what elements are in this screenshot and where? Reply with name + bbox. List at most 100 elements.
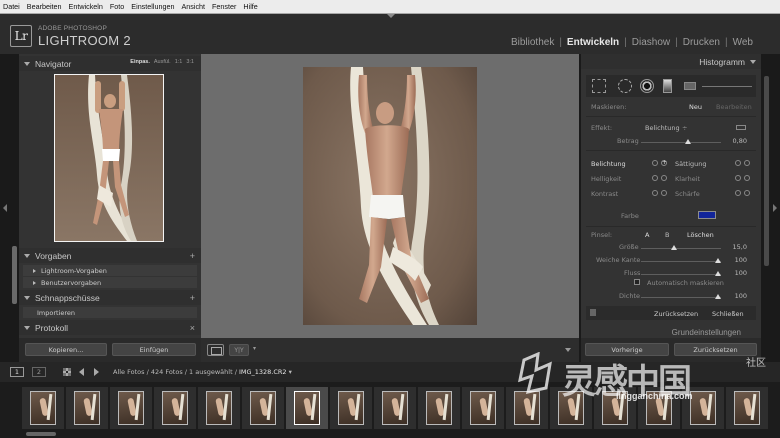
filmstrip-thumbnail[interactable]: [638, 387, 680, 429]
presets-header[interactable]: Vorgaben +: [19, 248, 201, 263]
effect-select[interactable]: Belichtung: [645, 124, 680, 132]
clear-history-icon[interactable]: ×: [190, 323, 195, 333]
brush-a-button[interactable]: A: [645, 231, 649, 239]
adjust-saturation-label[interactable]: Sättigung: [675, 160, 707, 168]
tool-switch-icon[interactable]: [590, 309, 596, 316]
image-canvas[interactable]: [201, 54, 579, 338]
plus-circle-icon[interactable]: [744, 160, 750, 166]
minus-circle-icon[interactable]: [735, 160, 741, 166]
filmstrip-thumbnail[interactable]: [242, 387, 284, 429]
second-window-button[interactable]: 2: [32, 367, 46, 377]
before-after-button[interactable]: Y|Y: [229, 344, 249, 356]
color-swatch[interactable]: [698, 211, 716, 219]
brush-flow-slider[interactable]: [641, 271, 721, 276]
right-panel-scrollbar[interactable]: [764, 76, 769, 266]
history-header[interactable]: Protokoll ×: [19, 320, 201, 335]
menu-item[interactable]: Datei: [3, 2, 20, 11]
filmstrip-thumbnail[interactable]: [506, 387, 548, 429]
zoom-fill[interactable]: Ausfül.: [154, 59, 171, 65]
forward-arrow-icon[interactable]: [94, 368, 99, 376]
menu-item[interactable]: Ansicht: [181, 2, 205, 11]
navigator-preview[interactable]: [54, 74, 164, 242]
module-tab[interactable]: Entwickeln: [564, 37, 622, 48]
amount-value[interactable]: 0,80: [733, 137, 747, 145]
zoom-3-1[interactable]: 3:1: [186, 59, 194, 65]
preset-folder-lightroom[interactable]: Lightroom-Vorgaben: [23, 265, 197, 276]
paste-button[interactable]: Einfügen: [112, 343, 196, 356]
graduated-filter-icon[interactable]: [663, 79, 672, 93]
source-path[interactable]: Alle Fotos / 424 Fotos / 1 ausgewählt / …: [113, 368, 292, 376]
adjust-clarity-label[interactable]: Klarheit: [675, 175, 700, 183]
main-window-button[interactable]: 1: [10, 367, 24, 377]
back-arrow-icon[interactable]: [79, 368, 84, 376]
minus-circle-icon[interactable]: [735, 190, 741, 196]
left-panel-scrollbar[interactable]: [12, 246, 17, 304]
grid-view-icon[interactable]: [63, 368, 71, 376]
snapshots-header[interactable]: Schnappschüsse +: [19, 290, 201, 305]
adjust-contrast-label[interactable]: Kontrast: [591, 190, 618, 198]
loupe-view-button[interactable]: [207, 344, 224, 356]
brush-size-slider[interactable]: [641, 245, 721, 250]
menu-item[interactable]: Foto: [110, 2, 124, 11]
zoom-fit[interactable]: Einpas.: [130, 59, 150, 65]
filmstrip-thumbnail[interactable]: [110, 387, 152, 429]
collapse-left-icon[interactable]: [3, 204, 7, 212]
plus-circle-icon[interactable]: [744, 175, 750, 181]
filmstrip-thumbnail[interactable]: [550, 387, 592, 429]
adjust-sharpness-label[interactable]: Schärfe: [675, 190, 700, 198]
brush-flow-value[interactable]: 100: [735, 269, 747, 277]
menu-item[interactable]: Bearbeiten: [27, 2, 62, 11]
filmstrip-thumbnail[interactable]: [594, 387, 636, 429]
plus-circle-icon[interactable]: [661, 175, 667, 181]
mask-new-button[interactable]: Neu: [689, 103, 702, 111]
zoom-1-1[interactable]: 1:1: [175, 59, 183, 65]
amount-slider-knob[interactable]: [685, 139, 691, 144]
brush-feather-knob[interactable]: [715, 258, 721, 263]
menu-item[interactable]: Fenster: [212, 2, 236, 11]
brush-size-knob[interactable]: [671, 245, 677, 250]
filmstrip-thumbnail[interactable]: [726, 387, 768, 429]
effect-toggle[interactable]: [736, 125, 746, 130]
minus-circle-icon[interactable]: [652, 160, 658, 166]
tool-reset-button[interactable]: Zurücksetzen: [654, 310, 698, 318]
menu-item[interactable]: Hilfe: [243, 2, 257, 11]
reset-button[interactable]: Zurücksetzen: [674, 343, 757, 356]
brush-size-value[interactable]: 15,0: [733, 243, 747, 251]
brush-density-knob[interactable]: [715, 294, 721, 299]
brush-feather-value[interactable]: 100: [735, 256, 747, 264]
red-eye-icon[interactable]: [640, 79, 654, 93]
module-tab[interactable]: Drucken: [680, 37, 723, 48]
minus-circle-icon[interactable]: [652, 175, 658, 181]
filmstrip-thumbnail[interactable]: [198, 387, 240, 429]
menu-item[interactable]: Einstellungen: [131, 2, 174, 11]
filmstrip-thumbnail[interactable]: [22, 387, 64, 429]
previous-button[interactable]: Vorherige: [585, 343, 669, 356]
collapse-right-icon[interactable]: [773, 204, 777, 212]
filmstrip-thumbnail[interactable]: [462, 387, 504, 429]
filmstrip-thumbnail[interactable]: [66, 387, 108, 429]
histogram-header[interactable]: Histogramm: [581, 54, 761, 69]
automask-checkbox[interactable]: [634, 279, 640, 285]
filmstrip-scrollbar[interactable]: [26, 432, 56, 436]
minus-circle-icon[interactable]: [735, 175, 741, 181]
main-photo[interactable]: [303, 67, 477, 325]
plus-circle-icon[interactable]: [661, 159, 667, 166]
snapshot-item[interactable]: Importieren: [23, 307, 197, 318]
before-after-dropdown-icon[interactable]: ▾: [253, 345, 256, 352]
collapse-top-icon[interactable]: [387, 14, 395, 18]
crop-tool-icon[interactable]: [592, 79, 606, 93]
mask-edit-button[interactable]: Bearbeiten: [716, 103, 752, 111]
module-tab[interactable]: Bibliothek: [508, 37, 557, 48]
adjustment-brush-icon[interactable]: [684, 82, 696, 90]
adjust-brightness-label[interactable]: Helligkeit: [591, 175, 621, 183]
module-tab[interactable]: Web: [730, 37, 756, 48]
brush-b-button[interactable]: B: [665, 231, 669, 239]
brush-clear-button[interactable]: Löschen: [687, 231, 714, 239]
toolbar-options-icon[interactable]: [565, 348, 571, 352]
amount-slider[interactable]: [641, 139, 721, 144]
filmstrip-thumbnail[interactable]: [682, 387, 724, 429]
navigator-header[interactable]: Navigator Einpas. Ausfül. 1:1 3:1: [19, 56, 201, 71]
effect-dropdown-icon[interactable]: ÷: [682, 124, 687, 132]
filmstrip-thumbnail[interactable]: [154, 387, 196, 429]
brush-density-value[interactable]: 100: [735, 292, 747, 300]
